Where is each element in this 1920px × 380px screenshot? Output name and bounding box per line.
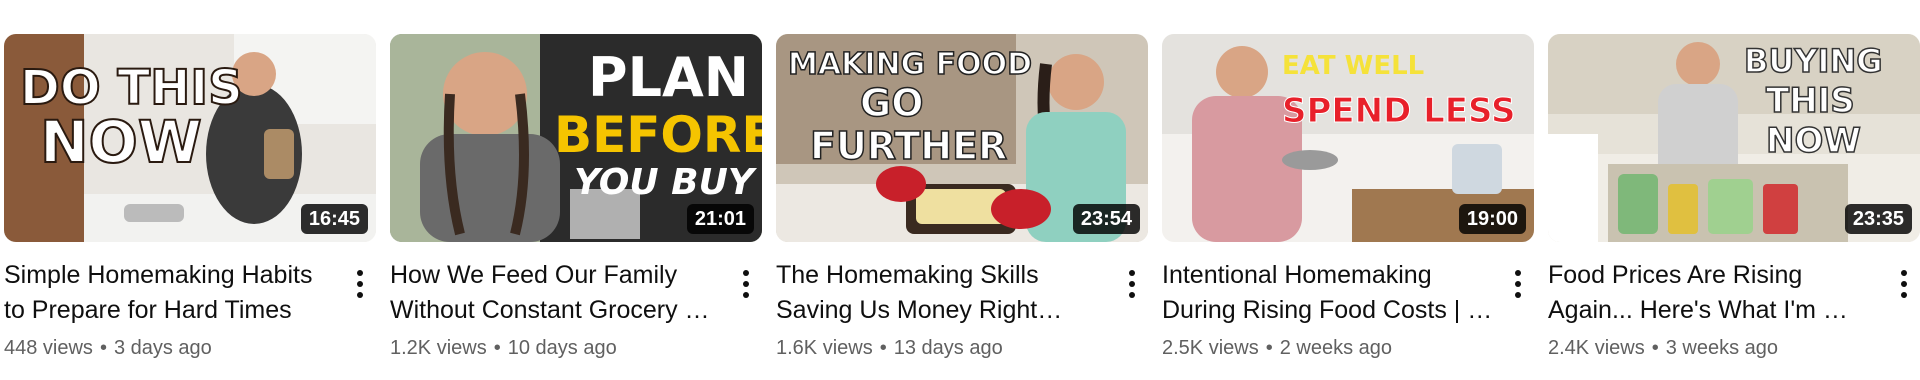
video-grid-row: DO THIS NOW 16:45 Simple Homemaking Habi… <box>4 34 1920 362</box>
more-options-icon[interactable] <box>734 264 758 304</box>
duration-badge: 16:45 <box>300 204 368 234</box>
video-card[interactable]: PLAN BEFORE YOU BUY 21:01 How We Feed Ou… <box>390 34 762 362</box>
thumbnail-text-line: MAKING FOOD <box>788 47 1032 82</box>
video-title[interactable]: Simple Homemaking Habits to Prepare for … <box>4 258 336 328</box>
video-thumbnail[interactable]: PLAN BEFORE YOU BUY 21:01 <box>390 34 762 242</box>
separator-dot: • <box>493 337 501 359</box>
view-count: 2.5K views <box>1162 337 1259 359</box>
upload-age: 10 days ago <box>507 337 617 359</box>
thumbnail-text-line: EAT WELL <box>1282 51 1424 81</box>
separator-dot: • <box>1651 337 1659 359</box>
more-options-icon[interactable] <box>1506 264 1530 304</box>
thumbnail-text-line: NOW <box>1766 121 1861 161</box>
separator-dot: • <box>879 337 887 359</box>
video-title[interactable]: Intentional Homemaking During Rising Foo… <box>1162 258 1494 328</box>
duration-badge: 23:35 <box>1844 204 1912 234</box>
duration-badge: 19:00 <box>1458 204 1526 234</box>
video-stats: 1.6K views • 13 days ago <box>776 334 1108 362</box>
duration-badge: 23:54 <box>1072 204 1140 234</box>
view-count: 448 views <box>4 337 93 359</box>
thumbnail-text-line: BUYING <box>1744 42 1883 80</box>
upload-age: 2 weeks ago <box>1279 337 1393 359</box>
video-stats: 2.5K views • 2 weeks ago <box>1162 334 1494 362</box>
video-stats: 1.2K views • 10 days ago <box>390 334 722 362</box>
video-card[interactable]: EAT WELL SPEND LESS 19:00 Intentional Ho… <box>1162 34 1534 362</box>
duration-badge: 21:01 <box>686 204 754 234</box>
video-card[interactable]: DO THIS NOW 16:45 Simple Homemaking Habi… <box>4 34 376 362</box>
video-stats: 448 views • 3 days ago <box>4 334 336 362</box>
more-options-icon[interactable] <box>348 264 372 304</box>
more-options-icon[interactable] <box>1120 264 1144 304</box>
view-count: 1.2K views <box>390 337 487 359</box>
thumbnail-text-line: YOU BUY <box>574 162 758 203</box>
video-thumbnail[interactable]: BUYING THIS NOW 23:35 <box>1548 34 1920 242</box>
upload-age: 3 weeks ago <box>1665 337 1779 359</box>
separator-dot: • <box>1265 337 1273 359</box>
video-title[interactable]: How We Feed Our Family Without Constant … <box>390 258 722 328</box>
thumbnail-text-line: PLAN <box>588 46 749 109</box>
video-thumbnail[interactable]: EAT WELL SPEND LESS 19:00 <box>1162 34 1534 242</box>
upload-age: 13 days ago <box>893 337 1003 359</box>
video-stats: 2.4K views • 3 weeks ago <box>1548 334 1880 362</box>
view-count: 1.6K views <box>776 337 873 359</box>
video-card[interactable]: BUYING THIS NOW 23:35 Food Prices Are Ri… <box>1548 34 1920 362</box>
thumbnail-text-line: THIS <box>1766 81 1855 121</box>
more-options-icon[interactable] <box>1892 264 1916 304</box>
video-thumbnail[interactable]: DO THIS NOW 16:45 <box>4 34 376 242</box>
video-title[interactable]: Food Prices Are Rising Again... Here's W… <box>1548 258 1880 328</box>
thumbnail-text-line: GO <box>860 81 924 125</box>
thumbnail-text-line: BEFORE <box>554 106 762 164</box>
thumbnail-text-line: NOW <box>40 108 202 176</box>
video-thumbnail[interactable]: MAKING FOOD GO FURTHER 23:54 <box>776 34 1148 242</box>
separator-dot: • <box>99 337 107 359</box>
thumbnail-text-line: FURTHER <box>810 124 1007 168</box>
video-card[interactable]: MAKING FOOD GO FURTHER 23:54 The Homemak… <box>776 34 1148 362</box>
video-title[interactable]: The Homemaking Skills Saving Us Money Ri… <box>776 258 1108 328</box>
view-count: 2.4K views <box>1548 337 1645 359</box>
thumbnail-text-line: SPEND LESS <box>1282 91 1515 131</box>
upload-age: 3 days ago <box>113 337 212 359</box>
